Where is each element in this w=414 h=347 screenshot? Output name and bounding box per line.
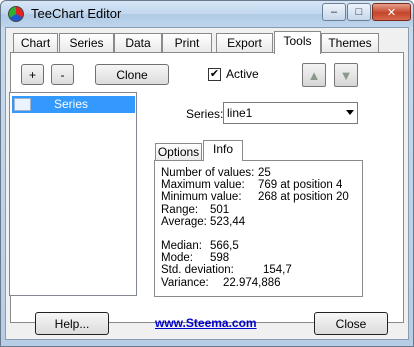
tab-themes[interactable]: Themes bbox=[321, 33, 379, 53]
list-item[interactable]: Series Statistics bbox=[12, 96, 135, 127]
teechart-logo-icon bbox=[8, 6, 24, 22]
tab-series[interactable]: Series bbox=[59, 33, 114, 53]
tab-export[interactable]: Export bbox=[216, 33, 273, 53]
remove-tool-button[interactable]: - bbox=[51, 64, 74, 85]
stat-median: Median: 566,5 bbox=[161, 239, 239, 252]
stat-std-deviation: Std. deviation: 154,7 bbox=[161, 264, 292, 277]
up-arrow-icon: ▲ bbox=[307, 67, 321, 83]
series-select[interactable]: line1 bbox=[223, 102, 358, 124]
down-arrow-icon: ▼ bbox=[339, 67, 353, 83]
active-label: Active bbox=[226, 67, 259, 81]
statistics-text: Number of values: 25 Maximum value: 769 at… bbox=[161, 167, 361, 295]
series-label: Series: bbox=[186, 107, 224, 121]
maximize-button[interactable]: □ bbox=[347, 3, 371, 21]
stat-range: Range: 501 bbox=[161, 203, 230, 216]
stat-mode: Mode: 598 bbox=[161, 252, 230, 265]
stats-spacer bbox=[161, 228, 361, 240]
move-up-button[interactable]: ▲ bbox=[302, 63, 326, 87]
tab-print[interactable]: Print bbox=[162, 33, 212, 53]
close-button[interactable]: Close bbox=[314, 312, 388, 335]
series-select-value: line1 bbox=[227, 106, 253, 120]
statistics-info-panel[interactable]: Number of values: 25 Maximum value: 769 at… bbox=[154, 160, 363, 297]
help-button[interactable]: Help... bbox=[35, 312, 109, 335]
stat-number-of-values: Number of values: 25 bbox=[161, 167, 271, 179]
stat-minimum-value: Minimum value: 268 at position 20 bbox=[161, 191, 349, 204]
clone-button[interactable]: Clone bbox=[95, 64, 169, 85]
minimize-button[interactable]: – bbox=[322, 3, 346, 21]
add-tool-button[interactable]: + bbox=[21, 64, 44, 85]
chevron-down-icon bbox=[346, 110, 354, 115]
close-window-button[interactable]: ✕ bbox=[372, 3, 411, 21]
title-bar[interactable]: TeeChart Editor – □ ✕ bbox=[1, 1, 413, 27]
tools-list[interactable]: Series Statistics bbox=[9, 92, 137, 296]
tab-chart[interactable]: Chart bbox=[13, 33, 58, 53]
stat-average: Average: 523,44 bbox=[161, 215, 246, 228]
statistics-tool-icon bbox=[14, 98, 31, 111]
window-title: TeeChart Editor bbox=[31, 6, 122, 21]
teechart-editor-window: TeeChart Editor – □ ✕ Chart Series Data … bbox=[0, 0, 414, 347]
stat-variance: Variance: 22.974,886 bbox=[161, 276, 281, 289]
tab-info[interactable]: Info bbox=[203, 140, 243, 161]
list-item-label: Series Statistics bbox=[54, 97, 103, 127]
steema-website-link[interactable]: www.Steema.com bbox=[155, 316, 257, 330]
move-down-button[interactable]: ▼ bbox=[334, 63, 358, 87]
stat-maximum-value: Maximum value: 769 at position 4 bbox=[161, 179, 343, 192]
tab-data[interactable]: Data bbox=[114, 33, 162, 53]
active-checkbox[interactable]: ✔ bbox=[208, 68, 221, 81]
tab-tools[interactable]: Tools bbox=[274, 31, 321, 54]
